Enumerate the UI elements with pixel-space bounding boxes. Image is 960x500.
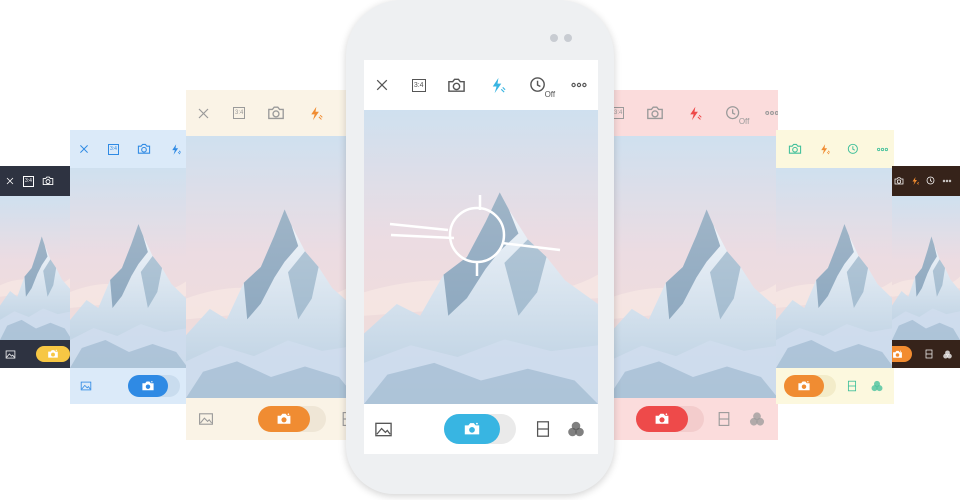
- timer-off-label: Off: [738, 116, 750, 126]
- top-toolbar: 3:4 Off: [608, 90, 778, 136]
- aspect-ratio-button[interactable]: 3:4: [108, 143, 119, 155]
- gallery-icon[interactable]: [198, 411, 214, 427]
- split-layout-icon[interactable]: [924, 349, 934, 359]
- camera-rotate-icon[interactable]: [42, 175, 54, 187]
- split-layout-icon[interactable]: [534, 420, 552, 438]
- gallery-icon[interactable]: [374, 420, 393, 439]
- aspect-ratio-button[interactable]: 3:4: [411, 78, 426, 92]
- filters-icon[interactable]: [942, 349, 953, 360]
- top-toolbar: 3:4: [186, 90, 356, 136]
- timer-icon[interactable]: Off: [529, 76, 555, 99]
- close-icon[interactable]: [78, 143, 90, 155]
- close-icon[interactable]: [374, 77, 390, 93]
- theme-card-brown: [892, 166, 960, 368]
- camera-preview: [608, 136, 778, 398]
- flash-auto-icon[interactable]: [818, 143, 831, 156]
- top-toolbar: [776, 130, 894, 168]
- filters-icon[interactable]: [748, 410, 766, 428]
- top-toolbar: 3:4: [0, 166, 72, 196]
- shutter-button[interactable]: [258, 406, 310, 432]
- camera-rotate-icon[interactable]: [894, 176, 904, 186]
- theme-card-sky: 3:4 Off: [364, 60, 598, 454]
- camera-preview: [776, 168, 894, 368]
- gallery-icon[interactable]: [5, 349, 16, 360]
- timer-off-label: Off: [544, 89, 556, 99]
- bottom-toolbar: [892, 340, 960, 368]
- shutter-button[interactable]: [784, 375, 824, 397]
- bottom-toolbar: [608, 398, 778, 440]
- camera-preview: [892, 196, 960, 340]
- close-icon[interactable]: [196, 106, 211, 121]
- bottom-toolbar: [776, 368, 894, 404]
- shutter-button[interactable]: [36, 346, 70, 362]
- theme-card-dark: 3:4: [0, 166, 72, 368]
- camera-preview: [70, 168, 188, 368]
- close-icon[interactable]: [5, 176, 15, 186]
- theme-card-blue: 3:4: [70, 130, 188, 404]
- more-dots-icon[interactable]: [570, 76, 588, 94]
- flash-auto-icon[interactable]: [169, 143, 182, 156]
- flash-auto-icon[interactable]: [488, 76, 507, 95]
- camera-preview: [364, 110, 598, 404]
- camera-rotate-icon[interactable]: [137, 142, 151, 156]
- flash-auto-icon[interactable]: [686, 105, 703, 122]
- split-layout-icon[interactable]: [846, 380, 858, 392]
- bottom-toolbar: [364, 404, 598, 454]
- flash-auto-icon[interactable]: [910, 176, 920, 186]
- top-toolbar: [892, 166, 960, 196]
- shutter-button[interactable]: [636, 406, 688, 432]
- flash-auto-icon[interactable]: [307, 105, 324, 122]
- camera-preview: [0, 196, 72, 340]
- camera-rotate-icon[interactable]: [646, 104, 664, 122]
- filters-icon[interactable]: [870, 379, 884, 393]
- camera-rotate-icon[interactable]: [447, 76, 466, 95]
- more-dots-icon[interactable]: [942, 176, 952, 186]
- top-toolbar: 3:4 Off: [364, 60, 598, 110]
- bottom-toolbar: [0, 340, 72, 368]
- more-dots-icon[interactable]: [876, 143, 889, 156]
- camera-rotate-icon[interactable]: [267, 104, 285, 122]
- bottom-toolbar: [186, 398, 356, 440]
- camera-preview: [186, 136, 356, 398]
- shutter-button[interactable]: [892, 346, 912, 362]
- shutter-button[interactable]: [128, 375, 168, 397]
- timer-icon[interactable]: Off: [725, 105, 749, 126]
- timer-icon[interactable]: [926, 176, 936, 186]
- filters-icon[interactable]: [566, 419, 586, 439]
- aspect-ratio-button[interactable]: 3:4: [23, 175, 34, 187]
- more-dots-icon[interactable]: [764, 105, 778, 121]
- gallery-icon[interactable]: [80, 380, 92, 392]
- theme-card-orange: 3:4: [186, 90, 356, 440]
- phone-speaker-dots: [550, 34, 572, 42]
- top-toolbar: 3:4: [70, 130, 188, 168]
- camera-rotate-icon[interactable]: [788, 142, 802, 156]
- theme-card-yellow: [776, 130, 894, 404]
- bottom-toolbar: [70, 368, 188, 404]
- shutter-button[interactable]: [444, 414, 500, 444]
- split-layout-icon[interactable]: [716, 411, 732, 427]
- aspect-ratio-button[interactable]: 3:4: [233, 107, 246, 119]
- timer-icon[interactable]: [847, 143, 860, 156]
- theme-card-red: 3:4 Off: [608, 90, 778, 440]
